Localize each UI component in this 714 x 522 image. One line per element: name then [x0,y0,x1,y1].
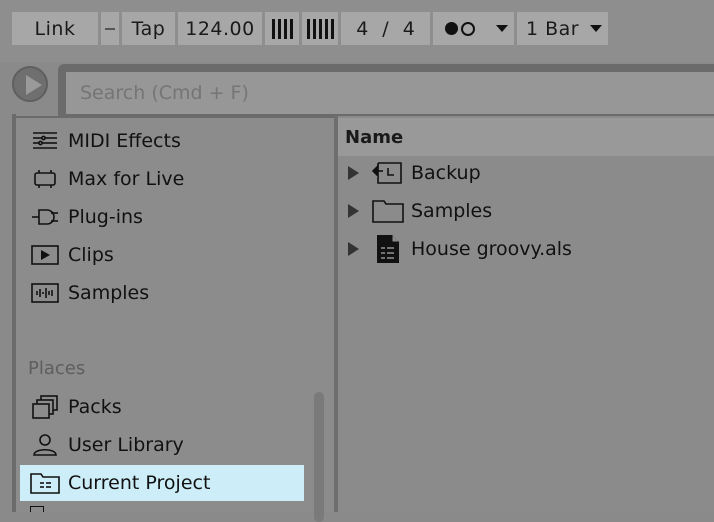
user-library-icon [30,433,60,457]
metronome-icon [445,21,475,36]
preview-play-button[interactable] [12,66,48,102]
sidebar-item-samples[interactable]: Samples [20,275,304,311]
link-button[interactable]: Link [12,12,98,45]
list-item-samples-folder[interactable]: Samples [338,193,714,229]
nudge-up-icon [306,18,334,39]
live-set-file-icon [371,234,405,264]
sidebar-item-plugins[interactable]: Plug-ins [20,199,304,235]
sidebar-item-current-project[interactable]: Current Project [20,465,304,501]
quantize-menu[interactable]: 1 Bar [517,12,608,45]
tempo-nudge-up-button[interactable] [302,12,338,45]
plugins-icon [30,205,60,229]
nudge-down-icon [271,18,293,39]
sidebar-scrollbar[interactable] [314,392,324,522]
midi-effects-icon [30,129,60,153]
metronome-button[interactable] [433,12,514,45]
folder-icon [371,196,405,226]
packs-icon [30,395,60,419]
chevron-down-icon [590,25,602,32]
expand-triangle-icon[interactable] [348,204,359,218]
sidebar-item-max-for-live[interactable]: Max for Live [20,161,304,197]
expand-triangle-icon[interactable] [348,242,359,256]
list-item-live-set[interactable]: House groovy.als [338,231,714,267]
expand-triangle-icon[interactable] [348,166,359,180]
tempo-nudge-down-button[interactable] [265,12,299,45]
chevron-down-icon[interactable] [496,25,508,32]
link-sync-indicator[interactable] [101,12,119,45]
dash-icon [105,27,115,30]
meter-denominator[interactable]: 4 [403,18,415,40]
clips-icon [30,243,60,267]
meter-numerator[interactable]: 4 [356,18,368,40]
tap-tempo-button[interactable]: Tap [122,12,175,45]
column-header-name[interactable]: Name [338,118,714,156]
current-project-icon [30,471,60,495]
next-place-icon [30,506,44,512]
samples-icon [30,281,60,305]
sidebar-item-midi-effects[interactable]: MIDI Effects [20,123,304,159]
list-item-backup[interactable]: Backup [338,155,714,191]
search-input[interactable] [66,72,714,114]
sidebar-item-user-library[interactable]: User Library [20,427,304,463]
backup-folder-icon [371,158,405,188]
meter-separator: / [382,17,389,40]
max-for-live-icon [30,167,60,191]
sidebar-item-clips[interactable]: Clips [20,237,304,273]
sidebar-item-packs[interactable]: Packs [20,389,304,425]
tempo-field[interactable]: 124.00 [178,12,262,45]
transport-bar: Link Tap 124.00 4 / 4 1 Bar [0,0,714,62]
time-signature-field[interactable]: 4 / 4 [341,12,430,45]
places-heading: Places [28,358,86,379]
